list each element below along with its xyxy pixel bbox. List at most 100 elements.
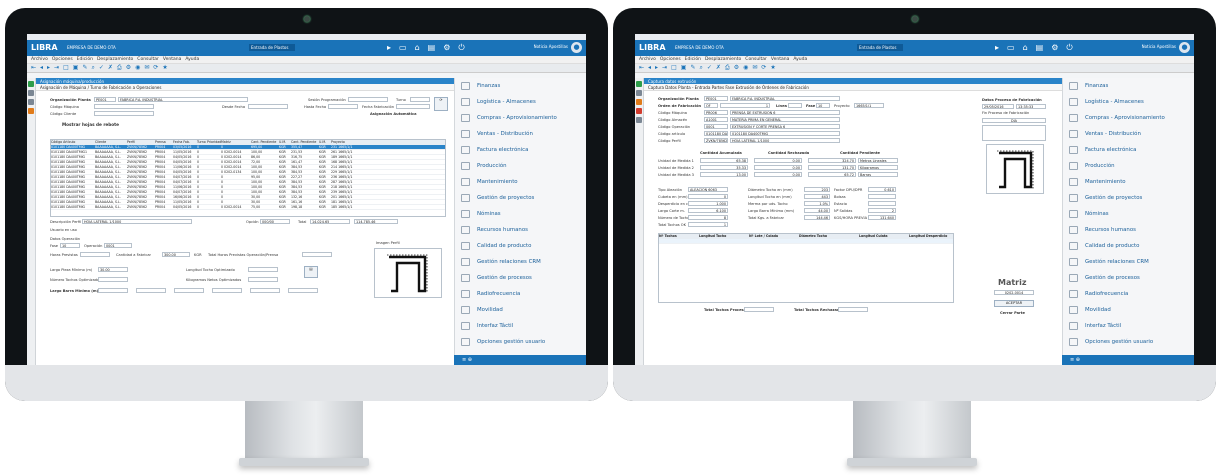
menu-consultar[interactable]: Consultar xyxy=(137,57,159,62)
module-menu-item[interactable]: Finanzas xyxy=(455,78,586,94)
first-record-icon[interactable]: ⇤ xyxy=(31,64,36,71)
cerrar-parte-button[interactable]: Cerrar Parte xyxy=(1000,311,1025,315)
column-header[interactable]: Cant. Pendiente xyxy=(251,140,279,144)
module-menu-item[interactable]: Finanzas xyxy=(1063,78,1194,94)
print-icon[interactable]: ⎙ xyxy=(725,64,730,71)
module-menu-item[interactable]: Interfaz Táctil xyxy=(1063,318,1194,334)
accept-icon[interactable]: ✓ xyxy=(99,64,104,71)
menu-ventana[interactable]: Ventana xyxy=(163,57,181,62)
menu-edicion[interactable]: Edición xyxy=(77,57,93,62)
time-list[interactable] xyxy=(982,125,1046,141)
first-record-icon[interactable]: ⇤ xyxy=(639,64,644,71)
user-name[interactable]: Noticia Apostillas xyxy=(534,44,568,49)
barra-option-5[interactable] xyxy=(288,288,318,293)
module-menu-item[interactable]: Compras - Aprovisionamiento xyxy=(455,110,586,126)
grid-column-header[interactable]: Diámetro Tocho xyxy=(799,234,859,238)
last-record-icon[interactable]: ⇥ xyxy=(662,64,667,71)
module-menu-item[interactable]: Movilidad xyxy=(1063,302,1194,318)
doc-icon[interactable] xyxy=(636,90,642,96)
fecha-field[interactable]: 29/05/2016 xyxy=(982,104,1014,109)
record-icon[interactable]: ◉ xyxy=(135,64,140,71)
merma-field[interactable]: 1,0% xyxy=(804,201,830,206)
list-icon[interactable] xyxy=(28,99,34,105)
menu-archivo[interactable]: Archivo xyxy=(31,57,48,62)
desde-field[interactable] xyxy=(248,104,288,109)
status-ok-icon[interactable] xyxy=(28,81,34,87)
mostrar-hojas-checkbox[interactable]: Mostrar hojas de rebote xyxy=(62,122,119,127)
search-icon[interactable]: ⌕ xyxy=(91,64,94,71)
module-menu-item[interactable]: Gestión de procesos xyxy=(455,270,586,286)
module-menu-item[interactable]: Recursos humanos xyxy=(1063,222,1194,238)
cancel-icon[interactable]: ✗ xyxy=(108,64,113,71)
warning-icon[interactable] xyxy=(28,108,34,114)
accept-icon[interactable]: ✓ xyxy=(707,64,712,71)
search-icon[interactable]: ⌕ xyxy=(699,64,702,71)
module-menu-item[interactable]: Producción xyxy=(455,158,586,174)
column-header[interactable]: U.M. xyxy=(319,140,331,144)
column-header[interactable]: Código Artículo xyxy=(51,140,95,144)
menu-ayuda[interactable]: Ayuda xyxy=(185,57,199,62)
orden-num-field[interactable]: 1 xyxy=(720,103,770,108)
grid-icon[interactable]: ▤ xyxy=(1036,43,1052,52)
module-menu-item[interactable]: Gestión relaciones CRM xyxy=(455,254,586,270)
refresh-icon[interactable]: ⟳ xyxy=(761,64,766,71)
module-menu-item[interactable]: Calidad de producto xyxy=(1063,238,1194,254)
play-icon[interactable]: ▸ xyxy=(995,43,1007,52)
module-menu-item[interactable]: Logística - Almacenes xyxy=(1063,94,1194,110)
bolsas-field[interactable] xyxy=(868,194,896,199)
turno-field[interactable]: DIA xyxy=(982,118,1046,123)
mail-icon[interactable]: ✉ xyxy=(144,64,149,71)
column-header[interactable]: Proyecto xyxy=(331,140,365,144)
module-menu-item[interactable]: Calidad de producto xyxy=(455,238,586,254)
column-header[interactable]: Turno xyxy=(197,140,207,144)
table-row[interactable]: 0101180 DA400TMIG BAAAAAAA, S.L. ZVKN/7856… xyxy=(51,205,445,210)
user-name[interactable]: Noticia Apostillas xyxy=(1142,44,1176,49)
fase-field[interactable]: 10 xyxy=(60,243,80,248)
column-header[interactable]: Prioridad xyxy=(207,140,221,144)
module-menu-footer[interactable]: ≡ ⊕ xyxy=(1062,355,1194,365)
module-menu-item[interactable]: Factura electrónica xyxy=(455,142,586,158)
module-menu-item[interactable]: Radiofrecuencia xyxy=(1063,286,1194,302)
monitor-icon[interactable]: ▭ xyxy=(399,43,415,52)
last-record-icon[interactable]: ⇥ xyxy=(54,64,59,71)
estacio-field[interactable] xyxy=(868,201,896,206)
status-ok-icon[interactable] xyxy=(636,81,642,87)
fecha-fab-field[interactable] xyxy=(396,104,430,109)
grid-column-header[interactable]: Nº Tochos xyxy=(659,234,699,238)
edit-icon[interactable]: ✎ xyxy=(690,64,695,71)
print-icon[interactable]: ⎙ xyxy=(117,64,122,71)
play-icon[interactable]: ▸ xyxy=(387,43,399,52)
aleacion-field[interactable]: ALEACIÓN 6063 xyxy=(688,187,728,192)
almacen-code-field[interactable]: A1001 xyxy=(704,117,728,122)
module-selector[interactable]: Entrada de Plastos xyxy=(249,44,295,51)
module-menu-item[interactable]: Mantenimiento xyxy=(455,174,586,190)
settings-icon[interactable]: ⚙ xyxy=(734,64,739,71)
org-code-field[interactable]: PE001 xyxy=(94,97,116,102)
menu-edicion[interactable]: Edición xyxy=(685,57,701,62)
refresh-button[interactable]: ⟳ xyxy=(434,97,448,111)
prev-record-icon[interactable]: ◂ xyxy=(40,64,43,71)
column-header[interactable]: U.M. xyxy=(279,140,291,144)
perfil-code-field[interactable]: ZVKN/78562 xyxy=(704,138,728,143)
barra-field[interactable]: 44,00 xyxy=(804,208,830,213)
tochos-field[interactable]: 8 xyxy=(688,215,728,220)
linea-field[interactable] xyxy=(788,103,802,108)
alert-icon[interactable] xyxy=(636,108,642,114)
largo-pieza-field[interactable]: 30,00 xyxy=(98,267,128,272)
largo-barra-field[interactable] xyxy=(98,288,128,293)
module-menu-item[interactable]: Movilidad xyxy=(455,302,586,318)
refresh-icon[interactable]: ⟳ xyxy=(153,64,158,71)
barra-option-3[interactable] xyxy=(212,288,242,293)
warning-icon[interactable] xyxy=(636,99,642,105)
module-menu-item[interactable]: Producción xyxy=(1063,158,1194,174)
new-icon[interactable]: □ xyxy=(63,64,69,71)
factor-field[interactable]: 0,610 xyxy=(868,187,896,192)
salidas-field[interactable]: 2 xyxy=(868,208,896,213)
module-menu-item[interactable]: Gestión de proyectos xyxy=(1063,190,1194,206)
home-icon[interactable]: ⌂ xyxy=(415,43,428,52)
horas-field[interactable] xyxy=(80,252,110,257)
turno-field[interactable] xyxy=(410,97,430,102)
favorite-icon[interactable]: ★ xyxy=(770,64,775,71)
mail-icon[interactable]: ✉ xyxy=(752,64,757,71)
menu-desplazamiento[interactable]: Desplazamiento xyxy=(705,57,741,62)
